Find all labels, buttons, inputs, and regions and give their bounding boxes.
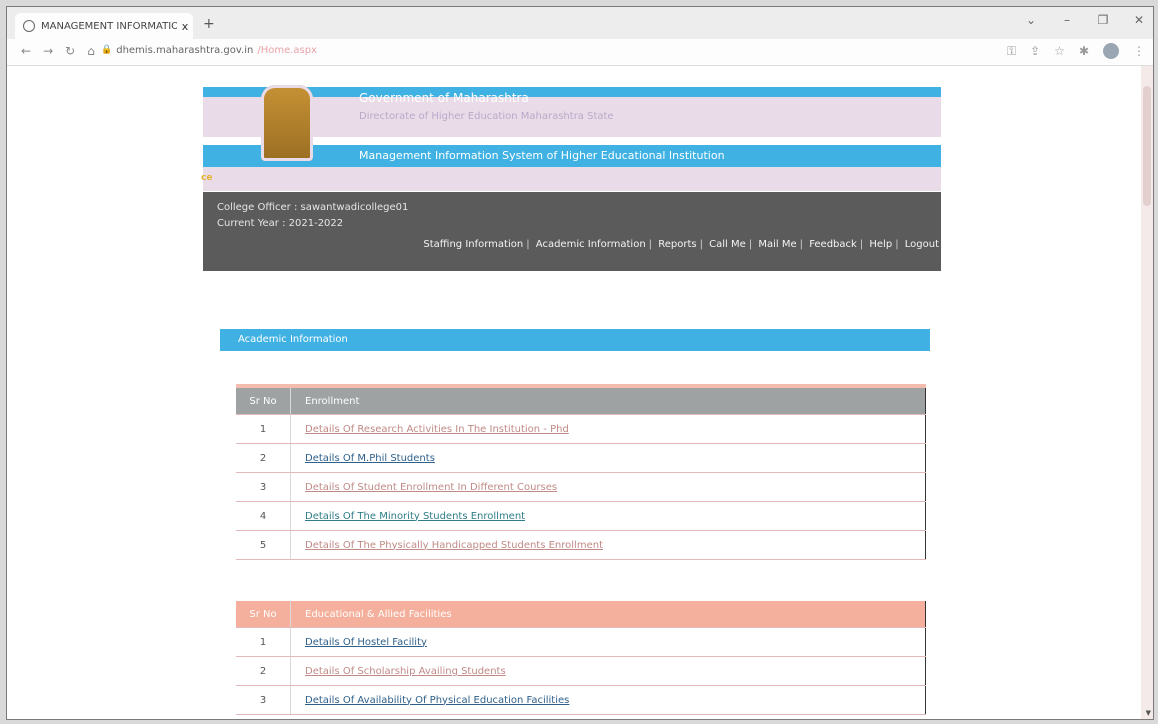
link-mphil-students[interactable]: Details Of M.Phil Students (305, 453, 435, 464)
home-icon[interactable]: ⌂ (87, 44, 95, 58)
table-row: 3 Details Of Availability Of Physical Ed… (236, 685, 926, 715)
row-number: 3 (236, 472, 291, 502)
table-row: 4 Details Of The Minority Students Enrol… (236, 501, 926, 531)
url-field[interactable]: 🔒 dhemis.maharashtra.gov.in/Home.aspx (101, 45, 317, 56)
col-sr-no: Sr No (236, 601, 291, 628)
table-row: 2 Details Of M.Phil Students (236, 443, 926, 473)
row-number: 5 (236, 530, 291, 560)
link-handicapped-enrollment[interactable]: Details Of The Physically Handicapped St… (305, 540, 603, 551)
url-domain: dhemis.maharashtra.gov.in (116, 45, 254, 56)
browser-window: MANAGEMENT INFORMATION x + ⌄ – ❐ ✕ ← → ↻… (6, 6, 1154, 720)
tab-bar: MANAGEMENT INFORMATION x + ⌄ – ❐ ✕ (7, 7, 1153, 39)
row-number: 1 (236, 627, 291, 657)
menu-icon[interactable]: ⋮ (1133, 44, 1145, 58)
mis-title: Management Information System of Higher … (359, 149, 725, 162)
nav-logout[interactable]: Logout (905, 239, 939, 250)
row-number: 1 (236, 414, 291, 444)
lock-icon: 🔒 (101, 45, 113, 55)
dept-title: Directorate of Higher Education Maharash… (359, 111, 614, 122)
link-student-enrollment-courses[interactable]: Details Of Student Enrollment In Differe… (305, 482, 557, 493)
globe-icon (23, 20, 35, 32)
nav-help[interactable]: Help (869, 239, 892, 250)
scrollbar-thumb[interactable] (1143, 86, 1151, 206)
col-sr-no: Sr No (236, 386, 291, 415)
news-ticker: ce (201, 173, 213, 183)
college-officer-label: College Officer : sawantwadicollege01 (217, 202, 409, 213)
site-header: Government of Maharashtra Directorate of… (201, 81, 941, 271)
table-row: 1 Details Of Hostel Facility (236, 627, 926, 657)
key-icon[interactable]: ⚿ (1007, 44, 1016, 59)
section-title: Academic Information (220, 329, 930, 351)
current-year-label: Current Year : 2021-2022 (217, 218, 344, 229)
header-band (203, 167, 941, 191)
star-icon[interactable]: ☆ (1054, 44, 1065, 58)
row-number: 3 (236, 685, 291, 715)
nav-mail-me[interactable]: Mail Me (758, 239, 796, 250)
vertical-scrollbar[interactable]: ▼ (1141, 66, 1153, 719)
back-icon[interactable]: ← (21, 44, 31, 58)
link-research-phd[interactable]: Details Of Research Activities In The In… (305, 424, 569, 435)
close-window-button[interactable]: ✕ (1131, 13, 1147, 27)
facilities-table: Sr No Educational & Allied Facilities 1 … (236, 601, 926, 715)
table-header-row: Sr No Educational & Allied Facilities (236, 601, 926, 628)
user-info-bar: College Officer : sawantwadicollege01 Cu… (203, 192, 941, 271)
address-bar: ← → ↻ ⌂ 🔒 dhemis.maharashtra.gov.in/Home… (7, 39, 1153, 66)
extensions-icon[interactable]: ✱ (1079, 44, 1089, 58)
row-number: 2 (236, 656, 291, 686)
tab-search-icon[interactable]: ⌄ (1023, 13, 1039, 27)
link-hostel-facility[interactable]: Details Of Hostel Facility (305, 637, 427, 648)
table-row: 1 Details Of Research Activities In The … (236, 414, 926, 444)
maximize-button[interactable]: ❐ (1095, 13, 1111, 27)
new-tab-button[interactable]: + (203, 16, 215, 32)
tab-title: MANAGEMENT INFORMATION (41, 20, 177, 32)
table-row: 2 Details Of Scholarship Availing Studen… (236, 656, 926, 686)
col-enrollment: Enrollment (290, 386, 926, 415)
forward-icon[interactable]: → (43, 44, 53, 58)
state-emblem-logo (261, 85, 313, 161)
table-row: 5 Details Of The Physically Handicapped … (236, 530, 926, 560)
profile-avatar[interactable] (1103, 43, 1119, 59)
col-facilities: Educational & Allied Facilities (290, 601, 926, 628)
top-nav: Staffing Information | Academic Informati… (423, 239, 939, 250)
url-path: /Home.aspx (257, 45, 318, 56)
link-scholarship-students[interactable]: Details Of Scholarship Availing Students (305, 666, 506, 677)
link-physical-education[interactable]: Details Of Availability Of Physical Educ… (305, 695, 569, 706)
page-viewport: Government of Maharashtra Directorate of… (7, 66, 1153, 719)
toolbar-right: ⚿ ⇪ ☆ ✱ ⋮ (1007, 43, 1145, 59)
browser-tab[interactable]: MANAGEMENT INFORMATION x (15, 13, 193, 39)
table-header-row: Sr No Enrollment (236, 386, 926, 415)
gov-title: Government of Maharashtra (359, 91, 529, 105)
reload-icon[interactable]: ↻ (65, 44, 75, 58)
row-number: 4 (236, 501, 291, 531)
minimize-button[interactable]: – (1059, 13, 1075, 27)
table-row: 3 Details Of Student Enrollment In Diffe… (236, 472, 926, 502)
nav-call-me[interactable]: Call Me (709, 239, 746, 250)
window-controls: ⌄ – ❐ ✕ (1023, 13, 1147, 27)
link-minority-enrollment[interactable]: Details Of The Minority Students Enrollm… (305, 511, 525, 522)
nav-reports[interactable]: Reports (658, 239, 696, 250)
nav-staffing-information[interactable]: Staffing Information (423, 239, 523, 250)
share-icon[interactable]: ⇪ (1030, 44, 1040, 58)
enrollment-table: Sr No Enrollment 1 Details Of Research A… (236, 384, 926, 560)
nav-buttons: ← → ↻ ⌂ (21, 44, 95, 58)
nav-feedback[interactable]: Feedback (809, 239, 857, 250)
row-number: 2 (236, 443, 291, 473)
tab-close-button[interactable]: x (177, 20, 193, 33)
header-band (203, 87, 941, 97)
nav-academic-information[interactable]: Academic Information (536, 239, 646, 250)
scroll-down-icon[interactable]: ▼ (1146, 709, 1151, 717)
